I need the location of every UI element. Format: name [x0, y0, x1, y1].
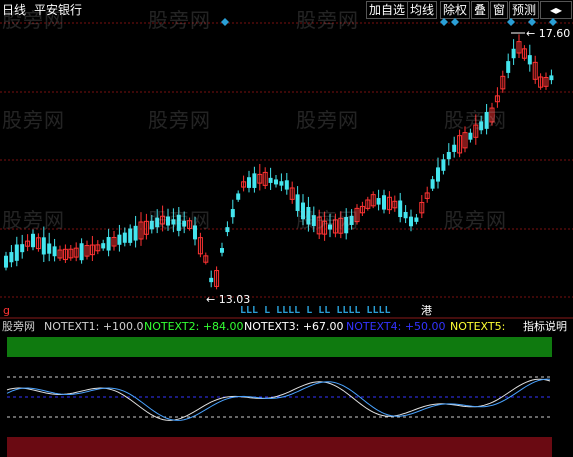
watermark: 股旁网 — [148, 208, 211, 232]
candle-body — [441, 159, 446, 171]
indicator-help-link[interactable]: 指标说明 — [523, 319, 567, 334]
watermark: 股旁网 — [444, 108, 507, 132]
signal-diamond — [507, 18, 515, 26]
oscillator-line-slow — [6, 378, 551, 421]
watermark: 股旁网 — [2, 108, 65, 132]
candle-body — [468, 132, 473, 140]
candle-body — [101, 243, 106, 249]
candle-body — [549, 75, 554, 81]
indicator-green-band — [7, 337, 552, 357]
chart-window: 日线 平安银行 加自选 均线 除权 叠 窗 预测 ◂▸ ← 17.60 ← 13.… — [0, 0, 573, 457]
candle-body — [14, 244, 19, 261]
candle-body — [403, 211, 408, 219]
watermark: 股旁网 — [444, 208, 507, 232]
signal-diamond — [440, 18, 448, 26]
watermark: 股旁网 — [148, 8, 211, 32]
candle-body — [452, 144, 457, 152]
candle-body — [230, 209, 235, 218]
candle-body — [247, 177, 251, 188]
candle-body — [47, 243, 52, 254]
watermark: 股旁网 — [296, 108, 359, 132]
notext5-value: NOTEXT5: — [450, 320, 506, 333]
candle-body — [398, 200, 403, 218]
signal-markers: LLL L LLLL L LL LLLL LLLL — [240, 305, 391, 316]
candle-body — [4, 255, 8, 268]
candle-body — [430, 179, 435, 189]
candle-body — [220, 248, 224, 253]
corner-mark: g — [3, 304, 10, 317]
candle-body — [409, 216, 413, 227]
candle-body — [209, 277, 214, 283]
candle-body — [382, 195, 386, 210]
watermark: 股旁网 — [2, 208, 65, 232]
notext2-value: NOTEXT2: +84.00 — [144, 320, 244, 333]
watermark: 股旁网 — [296, 208, 359, 232]
indicator-header: 股旁网 NOTEXT1: +100.0 NOTEXT2: +84.00 NOTE… — [0, 319, 573, 334]
candle-body — [52, 246, 57, 257]
indicator-red-band — [7, 437, 552, 457]
candle-body — [236, 193, 241, 200]
candle-body — [133, 225, 138, 241]
candle-body — [284, 180, 289, 190]
notext1-value: NOTEXT1: +100.0 — [44, 320, 144, 333]
candle-body — [9, 252, 14, 263]
watermark: 股旁网 — [296, 8, 359, 32]
notext3-value: NOTEXT3: +67.00 — [244, 320, 344, 333]
candle-body — [527, 55, 532, 65]
signal-diamond — [528, 18, 536, 26]
high-price-label: ← 17.60 — [526, 27, 570, 40]
candle-body — [122, 232, 127, 243]
notext4-value: NOTEXT4: +50.00 — [346, 320, 446, 333]
oscillator-line-fast — [6, 378, 551, 421]
candle-body — [106, 237, 111, 251]
candle-body — [376, 198, 381, 205]
candle-body — [31, 233, 35, 248]
candle-body — [506, 61, 511, 73]
candle-body — [279, 181, 284, 186]
watermark: 股旁网 — [2, 8, 65, 32]
signal-diamond — [549, 18, 557, 26]
candle-body — [414, 217, 419, 222]
candle-body — [436, 167, 440, 182]
candle-body — [79, 243, 84, 261]
candle-body — [117, 234, 122, 245]
candle-body — [225, 227, 230, 233]
candle-body — [252, 173, 257, 188]
signal-diamond — [221, 18, 229, 26]
candle-body — [511, 48, 516, 59]
watermark: 股旁网 — [148, 108, 211, 132]
signal-diamond — [451, 18, 459, 26]
candle-body — [268, 177, 273, 183]
signal-tag: 港 — [421, 304, 432, 317]
indicator-name[interactable]: 股旁网 — [2, 319, 35, 334]
candle-body — [20, 244, 25, 253]
candle-body — [128, 228, 133, 243]
candle-body — [274, 179, 278, 185]
candle-body — [446, 151, 451, 160]
candle-body — [41, 237, 46, 255]
